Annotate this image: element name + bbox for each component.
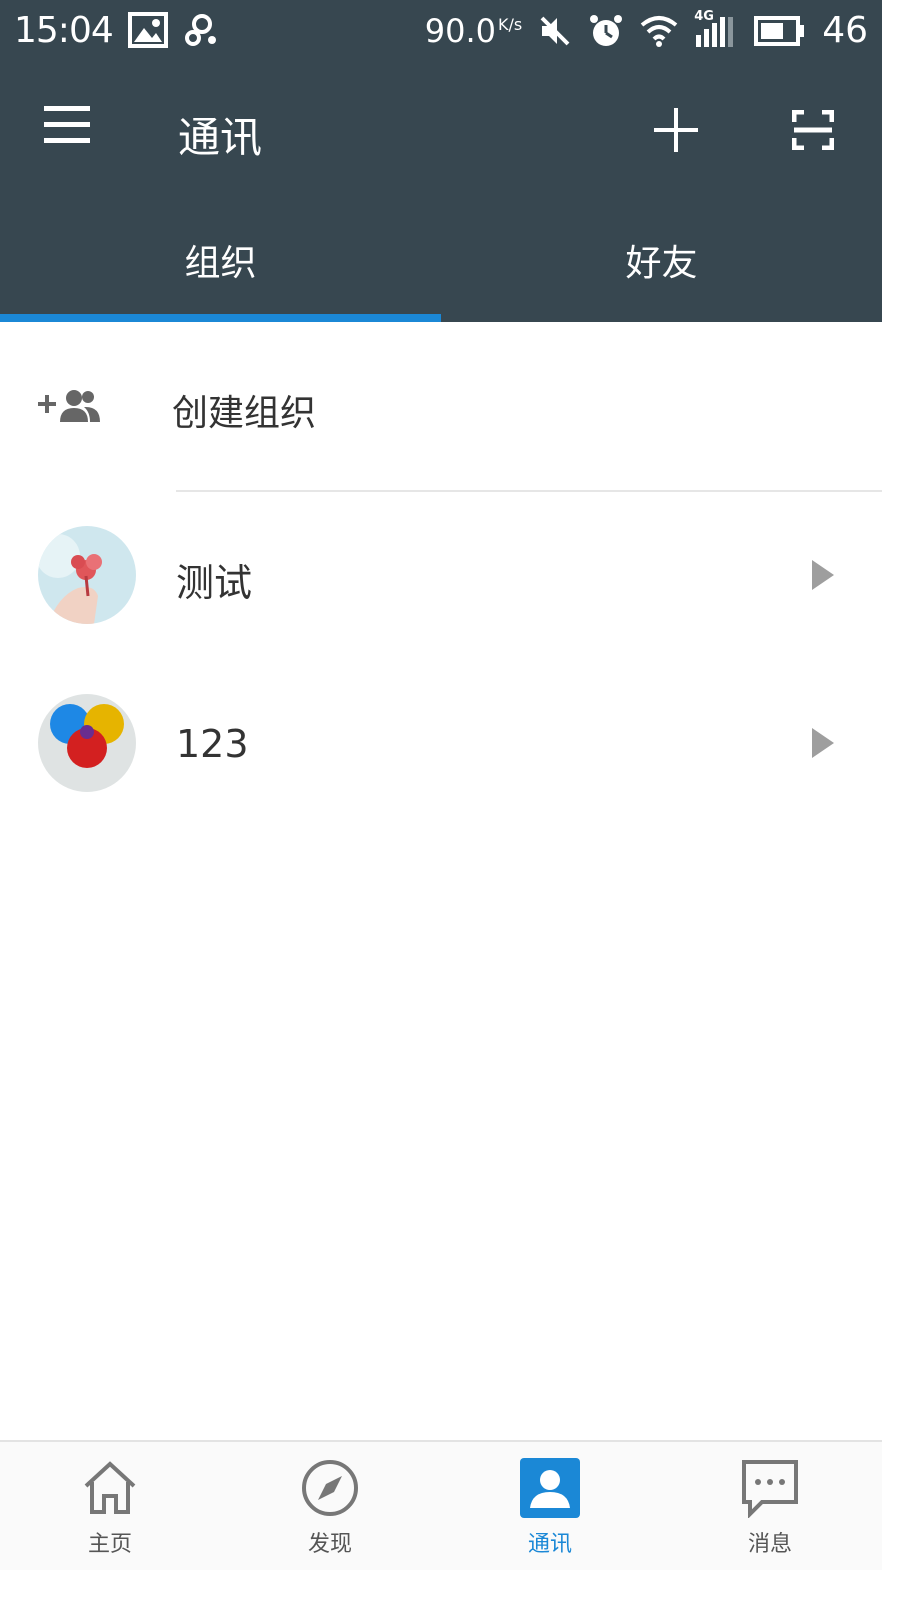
tab-bar: 组织 好友: [0, 198, 882, 322]
compass-icon: [302, 1460, 358, 1516]
bottom-navigation: 主页 发现 通讯 消息: [0, 1440, 882, 1570]
nav-label: 主页: [87, 1532, 132, 1557]
signal-icon: [696, 16, 734, 47]
avatar: [38, 694, 136, 792]
status-notification-icons: [128, 12, 222, 48]
status-time: 15:04: [14, 10, 114, 51]
scan-icon: [792, 110, 834, 150]
net-speed: 90.0 K/s: [424, 11, 523, 50]
nav-label: 通讯: [527, 1532, 572, 1557]
list-item-org-test[interactable]: 测试: [0, 492, 882, 660]
tab-indicator: [0, 314, 441, 322]
menu-icon: [44, 106, 90, 111]
tab-friends[interactable]: 好友: [441, 198, 882, 322]
alarm-icon: [590, 14, 623, 46]
add-button[interactable]: [652, 106, 700, 154]
battery-percent: 46: [822, 10, 868, 51]
message-icon: [742, 1460, 798, 1518]
avatar: [38, 526, 136, 624]
contact-icon: [520, 1458, 580, 1518]
status-bar: 15:04 90.0 K/s 4G 46: [0, 0, 882, 66]
scan-button[interactable]: [792, 110, 834, 150]
list-item-org-123[interactable]: 123: [0, 660, 882, 828]
page-title: 通讯: [178, 113, 263, 162]
battery-icon: [754, 15, 805, 46]
link-notification-icon: [185, 14, 216, 46]
nav-label: 发现: [307, 1532, 352, 1557]
chevron-right-icon: [812, 560, 834, 590]
org-name: 123: [176, 722, 249, 766]
status-system-icons: 90.0 K/s 4G 46: [424, 9, 868, 52]
nav-messages[interactable]: 消息: [660, 1442, 880, 1570]
create-organization-row[interactable]: 创建组织: [0, 322, 882, 492]
chevron-right-icon: [812, 728, 834, 758]
nav-home[interactable]: 主页: [0, 1442, 220, 1570]
nav-discover[interactable]: 发现: [220, 1442, 440, 1570]
flower-avatar: [38, 526, 136, 624]
mute-icon: [540, 16, 570, 45]
signal-indicator: 4G: [694, 9, 738, 49]
nav-contacts[interactable]: 通讯: [440, 1442, 660, 1570]
tab-organization[interactable]: 组织: [0, 198, 441, 322]
app-header: 通讯: [0, 66, 882, 198]
wifi-icon: [640, 15, 678, 47]
nav-label: 消息: [747, 1532, 792, 1557]
create-organization-label: 创建组织: [172, 393, 317, 434]
image-notification-icon: [128, 12, 168, 48]
add-group-icon: [38, 390, 100, 422]
org-name: 测试: [176, 561, 253, 605]
venn-avatar: [38, 694, 136, 792]
home-icon: [84, 1461, 136, 1514]
menu-button[interactable]: [44, 106, 96, 150]
